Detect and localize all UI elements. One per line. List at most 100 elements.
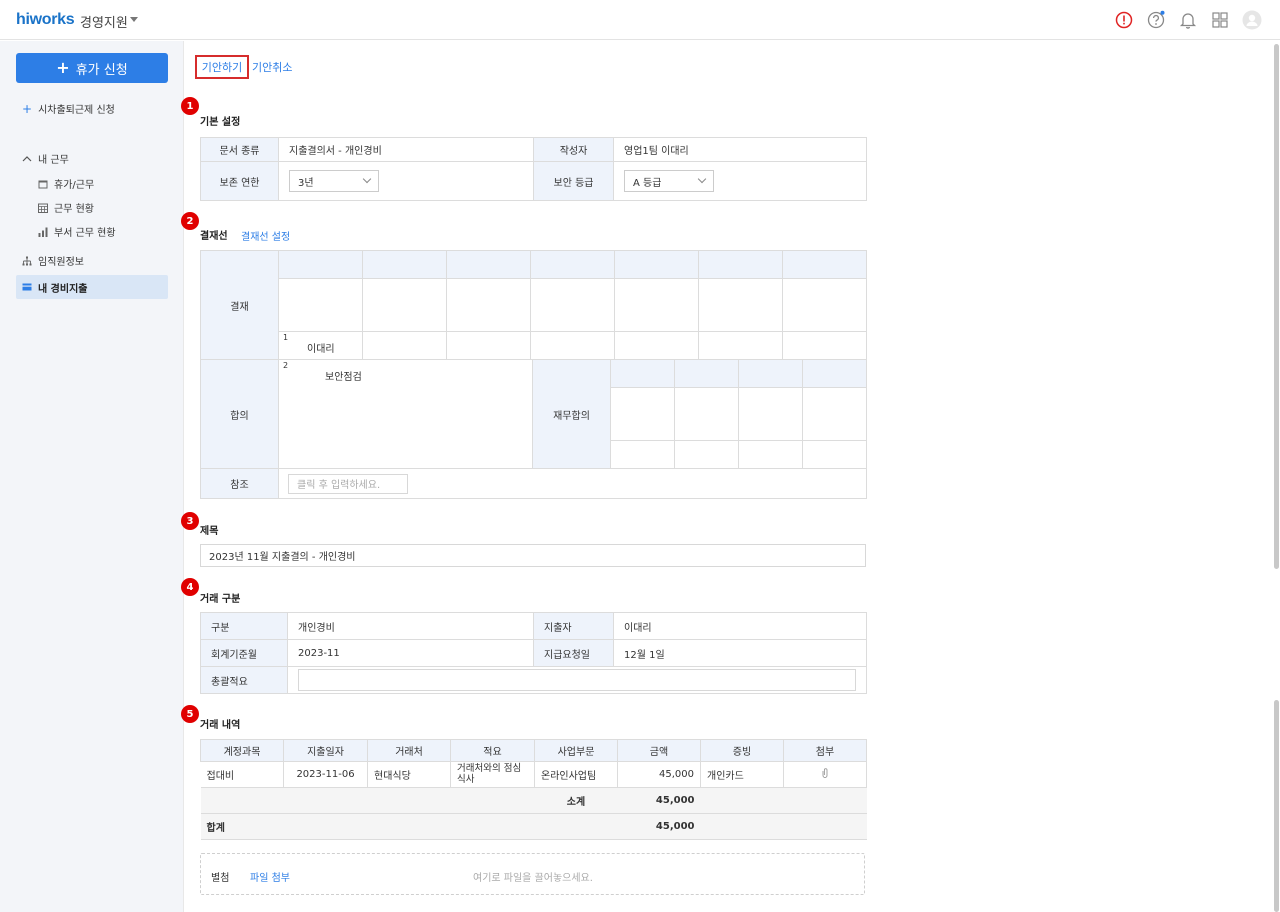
attachment-label: 별첨 [211, 873, 230, 884]
vacation-request-button[interactable]: + 휴가 신청 [16, 53, 168, 83]
transaction-type-table: 구분 개인경비 지출자 이대리 회계기준월 2023-11 지급요청일 12월 … [200, 612, 867, 694]
calendar-grid-icon [38, 203, 48, 213]
summary-label: 총괄적요 [200, 666, 288, 694]
approver-name: 이대리 [307, 344, 335, 355]
bar-chart-icon [38, 227, 48, 237]
alert-icon[interactable] [1114, 10, 1134, 30]
proof-cell: 개인카드 [700, 761, 784, 788]
transaction-details-table: 계정과목 지출일자 거래처 적요 사업부문 금액 증빙 첨부 접대비 2023-… [200, 739, 867, 840]
caret-down-icon[interactable] [130, 17, 138, 22]
spender-label: 지출자 [533, 612, 614, 640]
category-value: 개인경비 [287, 612, 534, 640]
column-header: 증빙 [700, 739, 784, 762]
sidebar-item-label: 시차출퇴근제 신청 [38, 105, 115, 116]
sidebar-item-label: 휴가/근무 [54, 180, 95, 191]
subtotal-label: 소계 [534, 787, 618, 814]
main-content: 기안하기 기안취소 1 기본 설정 문서 종류 지출결의서 - 개인경비 작성자… [181, 41, 1280, 912]
column-header: 사업부문 [534, 739, 618, 762]
security-select-value: A 등급 [633, 177, 662, 189]
agreement-table: 합의 2 보안점검 재무합의 [200, 359, 867, 469]
sidebar-item-flex-attendance[interactable]: + 시차출퇴근제 신청 [22, 101, 115, 117]
top-bar: hiworks 경영지원 [0, 0, 1280, 40]
period-value: 2023-11 [287, 639, 534, 667]
plus-icon: + [22, 101, 33, 116]
sidebar-item-label: 임직원정보 [38, 257, 84, 268]
cancel-draft-button[interactable]: 기안취소 [252, 55, 292, 79]
retention-select[interactable]: 3년 [289, 170, 379, 192]
total-label: 합계 [200, 813, 284, 840]
division-cell: 온라인사업팀 [534, 761, 618, 788]
retention-cell: 3년 [278, 161, 534, 201]
help-icon[interactable] [1146, 10, 1166, 30]
approver-cell[interactable]: 1 이대리 [278, 331, 363, 360]
section-title-approval: 결재선 [200, 231, 228, 242]
vendor-cell: 현대식당 [367, 761, 451, 788]
chevron-down-icon [697, 174, 707, 184]
column-header: 지출일자 [283, 739, 368, 762]
column-header: 적요 [450, 739, 535, 762]
sidebar-item-dept-status[interactable]: 부서 근무 현황 [38, 224, 116, 239]
sidebar-group-label: 내 근무 [38, 155, 69, 166]
step-badge: 2 [181, 212, 199, 230]
column-header: 금액 [617, 739, 701, 762]
scrollbar[interactable] [1274, 700, 1279, 912]
step-badge: 4 [181, 578, 199, 596]
app-logo[interactable]: hiworks [16, 11, 75, 29]
file-drop-zone[interactable]: 별첨 파일 첨부 여기로 파일을 끌어놓으세요. [200, 853, 865, 895]
chevron-down-icon [362, 174, 372, 184]
agree-label: 합의 [200, 359, 279, 469]
sidebar-item-label: 부서 근무 현황 [54, 228, 116, 239]
reference-input[interactable]: 클릭 후 입력하세요. [288, 473, 408, 494]
bell-icon[interactable] [1178, 10, 1198, 30]
author-value: 영업1팀 이대리 [613, 137, 867, 162]
sidebar-item-work-status[interactable]: 근무 현황 [38, 200, 94, 215]
column-header: 거래처 [367, 739, 451, 762]
finance-agree-label: 재무합의 [532, 359, 611, 469]
attachment-cell[interactable] [783, 761, 867, 788]
agree-index: 2 [283, 361, 289, 370]
author-label: 작성자 [533, 137, 614, 162]
column-header: 계정과목 [200, 739, 284, 762]
section-title-basic: 기본 설정 [200, 117, 241, 128]
date-cell: 2023-11-06 [283, 761, 368, 788]
security-label: 보안 등급 [533, 161, 614, 201]
apps-grid-icon[interactable] [1210, 10, 1230, 30]
memo-cell: 거래처와의 점심식사 [450, 761, 535, 788]
subject-input[interactable]: 2023년 11월 지출결의 - 개인경비 [200, 544, 866, 567]
security-select[interactable]: A 등급 [624, 170, 714, 192]
org-chart-icon [22, 256, 32, 265]
sidebar-item-employee-info[interactable]: 임직원정보 [22, 253, 84, 268]
card-icon [22, 283, 32, 291]
paperclip-icon[interactable] [821, 768, 829, 778]
chevron-up-icon [22, 155, 32, 161]
period-label: 회계기준월 [200, 639, 288, 667]
drop-hint: 여기로 파일을 끌어놓으세요. [473, 873, 593, 884]
agree-cell[interactable]: 2 보안점검 [278, 359, 533, 469]
attach-file-link[interactable]: 파일 첨부 [250, 869, 290, 884]
doc-type-label: 문서 종류 [200, 137, 279, 162]
org-switcher-label[interactable]: 경영지원 [80, 12, 128, 31]
scrollbar[interactable] [1274, 44, 1279, 569]
table-row[interactable]: 접대비 2023-11-06 현대식당 거래처와의 점심식사 온라인사업팀 45… [200, 761, 867, 788]
retention-label: 보존 연한 [200, 161, 279, 201]
sidebar-item-vacation-work[interactable]: 휴가/근무 [38, 176, 94, 191]
draft-button[interactable]: 기안하기 [195, 55, 249, 79]
approval-setting-link[interactable]: 결재선 설정 [241, 228, 290, 243]
summary-input[interactable] [298, 669, 856, 691]
agree-name: 보안점검 [325, 372, 362, 383]
approver-index: 1 [283, 333, 289, 342]
column-header: 첨부 [783, 739, 867, 762]
sidebar-item-my-expense[interactable]: 내 경비지출 [16, 275, 168, 299]
step-badge: 5 [181, 705, 199, 723]
retention-select-value: 3년 [298, 177, 314, 189]
sidebar-group-my-work[interactable]: 내 근무 [22, 151, 69, 166]
calendar-icon [38, 180, 48, 188]
request-date-value: 12월 1일 [613, 639, 867, 667]
total-value: 45,000 [617, 813, 701, 840]
basic-settings-table: 문서 종류 지출결의서 - 개인경비 작성자 영업1팀 이대리 보존 연한 3년… [200, 137, 867, 201]
section-title-transaction-type: 거래 구분 [200, 594, 241, 605]
step-badge: 3 [181, 512, 199, 530]
avatar[interactable] [1242, 10, 1262, 30]
sidebar-item-label: 근무 현황 [54, 204, 94, 215]
security-cell: A 등급 [613, 161, 867, 201]
